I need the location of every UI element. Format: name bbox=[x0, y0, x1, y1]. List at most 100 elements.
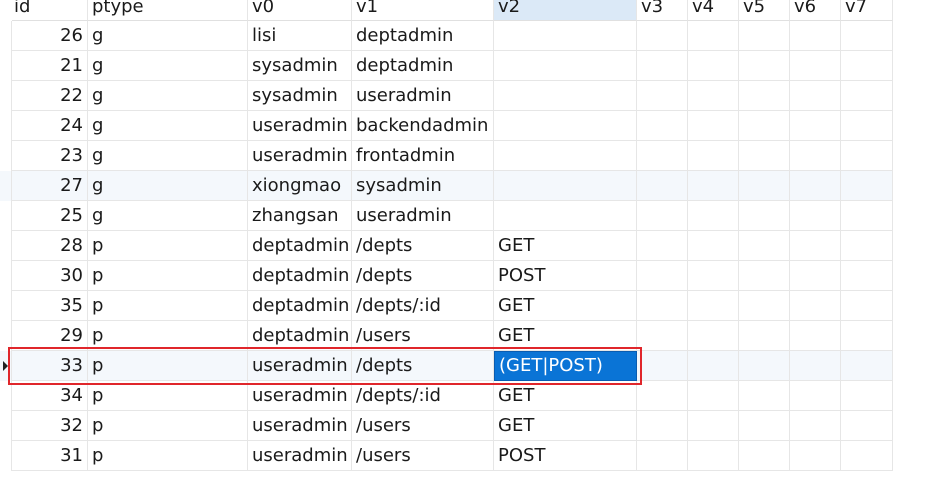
table-row[interactable]: 28 p deptadmin/depts GET bbox=[0, 231, 893, 261]
table-row[interactable]: 23 g useradmin frontadmin bbox=[0, 141, 893, 171]
cell-v2[interactable]: GET bbox=[494, 321, 637, 351]
cell-id[interactable]: 26 bbox=[12, 21, 88, 51]
cell-v7[interactable] bbox=[841, 381, 893, 411]
cell-v2[interactable] bbox=[494, 51, 637, 81]
cell-v4[interactable] bbox=[688, 141, 739, 171]
table-row[interactable]: 35 p deptadmin/depts/:id GET bbox=[0, 291, 893, 321]
cell-ptype[interactable]: g bbox=[88, 201, 248, 231]
row-selector[interactable] bbox=[0, 381, 12, 411]
cell-v6[interactable] bbox=[790, 261, 841, 291]
column-header-v1[interactable]: v1 bbox=[352, 0, 494, 21]
cell-v5[interactable] bbox=[739, 321, 790, 351]
row-selector[interactable] bbox=[0, 291, 12, 321]
cell-v2[interactable] bbox=[494, 21, 637, 51]
cell-v7[interactable] bbox=[841, 231, 893, 261]
cell-v0[interactable]: zhangsan bbox=[248, 201, 352, 231]
cell-v1[interactable]: /depts bbox=[352, 231, 494, 261]
row-selector[interactable] bbox=[0, 111, 12, 141]
cell-ptype[interactable]: p bbox=[88, 351, 248, 381]
cell-v0[interactable]: lisi bbox=[248, 21, 352, 51]
row-selector[interactable] bbox=[0, 321, 12, 351]
cell-v5[interactable] bbox=[739, 351, 790, 381]
cell-v5[interactable] bbox=[739, 141, 790, 171]
cell-v1[interactable]: deptadmin bbox=[352, 51, 494, 81]
cell-v3[interactable] bbox=[637, 51, 688, 81]
row-selector[interactable] bbox=[0, 21, 12, 51]
table-row[interactable]: 34 p useradmin/depts/:id GET bbox=[0, 381, 893, 411]
table-row[interactable]: 26 g lisi deptadmin bbox=[0, 21, 893, 51]
cell-v4[interactable] bbox=[688, 381, 739, 411]
cell-v3[interactable] bbox=[637, 291, 688, 321]
cell-v6[interactable] bbox=[790, 441, 841, 471]
cell-v7[interactable] bbox=[841, 81, 893, 111]
cell-ptype[interactable]: p bbox=[88, 321, 248, 351]
cell-v1[interactable]: /users bbox=[352, 411, 494, 441]
cell-v3[interactable] bbox=[637, 411, 688, 441]
cell-v2[interactable] bbox=[494, 141, 637, 171]
cell-ptype[interactable]: g bbox=[88, 51, 248, 81]
cell-id[interactable]: 24 bbox=[12, 111, 88, 141]
table-row[interactable]: 29 p deptadmin/users GET bbox=[0, 321, 893, 351]
cell-id[interactable]: 28 bbox=[12, 231, 88, 261]
cell-v5[interactable] bbox=[739, 231, 790, 261]
cell-v1[interactable]: /depts/:id bbox=[352, 291, 494, 321]
cell-v3[interactable] bbox=[637, 111, 688, 141]
cell-v5[interactable] bbox=[739, 381, 790, 411]
column-header-v3[interactable]: v3 bbox=[637, 0, 688, 21]
cell-v3[interactable] bbox=[637, 351, 688, 381]
cell-v0[interactable]: useradmin bbox=[248, 141, 352, 171]
cell-v3[interactable] bbox=[637, 201, 688, 231]
cell-v4[interactable] bbox=[688, 351, 739, 381]
cell-v1[interactable]: sysadmin bbox=[352, 171, 494, 201]
cell-v5[interactable] bbox=[739, 291, 790, 321]
row-selector[interactable] bbox=[0, 141, 12, 171]
cell-v4[interactable] bbox=[688, 411, 739, 441]
column-header-v5[interactable]: v5 bbox=[739, 0, 790, 21]
cell-v7[interactable] bbox=[841, 141, 893, 171]
cell-v1[interactable]: useradmin bbox=[352, 201, 494, 231]
cell-v2[interactable] bbox=[494, 171, 637, 201]
cell-v7[interactable] bbox=[841, 51, 893, 81]
row-selector[interactable] bbox=[0, 81, 12, 111]
cell-v0[interactable]: deptadmin bbox=[248, 261, 352, 291]
cell-v5[interactable] bbox=[739, 81, 790, 111]
table-row[interactable]: 24 g useradmin backendadmin bbox=[0, 111, 893, 141]
cell-v4[interactable] bbox=[688, 171, 739, 201]
cell-id[interactable]: 35 bbox=[12, 291, 88, 321]
cell-v1[interactable]: /users bbox=[352, 321, 494, 351]
cell-v3[interactable] bbox=[637, 441, 688, 471]
column-header-v6[interactable]: v6 bbox=[790, 0, 841, 21]
cell-v7[interactable] bbox=[841, 21, 893, 51]
current-row-indicator-icon[interactable] bbox=[0, 351, 12, 381]
cell-ptype[interactable]: p bbox=[88, 261, 248, 291]
row-selector[interactable] bbox=[0, 231, 12, 261]
cell-id[interactable]: 23 bbox=[12, 141, 88, 171]
cell-v0[interactable]: useradmin bbox=[248, 411, 352, 441]
table-row[interactable]: 22 g sysadmin useradmin bbox=[0, 81, 893, 111]
cell-v7[interactable] bbox=[841, 171, 893, 201]
cell-id[interactable]: 25 bbox=[12, 201, 88, 231]
row-selector[interactable] bbox=[0, 441, 12, 471]
cell-v0[interactable]: deptadmin bbox=[248, 231, 352, 261]
cell-v7[interactable] bbox=[841, 351, 893, 381]
cell-v1[interactable]: frontadmin bbox=[352, 141, 494, 171]
cell-v0[interactable]: useradmin bbox=[248, 351, 352, 381]
cell-v3[interactable] bbox=[637, 141, 688, 171]
table-row[interactable]: 32 p useradmin/users GET bbox=[0, 411, 893, 441]
cell-v5[interactable] bbox=[739, 441, 790, 471]
cell-ptype[interactable]: p bbox=[88, 411, 248, 441]
cell-v5[interactable] bbox=[739, 171, 790, 201]
cell-v1[interactable]: deptadmin bbox=[352, 21, 494, 51]
cell-v2[interactable]: GET bbox=[494, 381, 637, 411]
cell-v3[interactable] bbox=[637, 231, 688, 261]
cell-v3[interactable] bbox=[637, 321, 688, 351]
cell-v5[interactable] bbox=[739, 261, 790, 291]
cell-id[interactable]: 21 bbox=[12, 51, 88, 81]
cell-id[interactable]: 22 bbox=[12, 81, 88, 111]
cell-v6[interactable] bbox=[790, 171, 841, 201]
cell-ptype[interactable]: p bbox=[88, 291, 248, 321]
cell-v4[interactable] bbox=[688, 231, 739, 261]
cell-v5[interactable] bbox=[739, 201, 790, 231]
cell-v7[interactable] bbox=[841, 321, 893, 351]
cell-v5[interactable] bbox=[739, 411, 790, 441]
